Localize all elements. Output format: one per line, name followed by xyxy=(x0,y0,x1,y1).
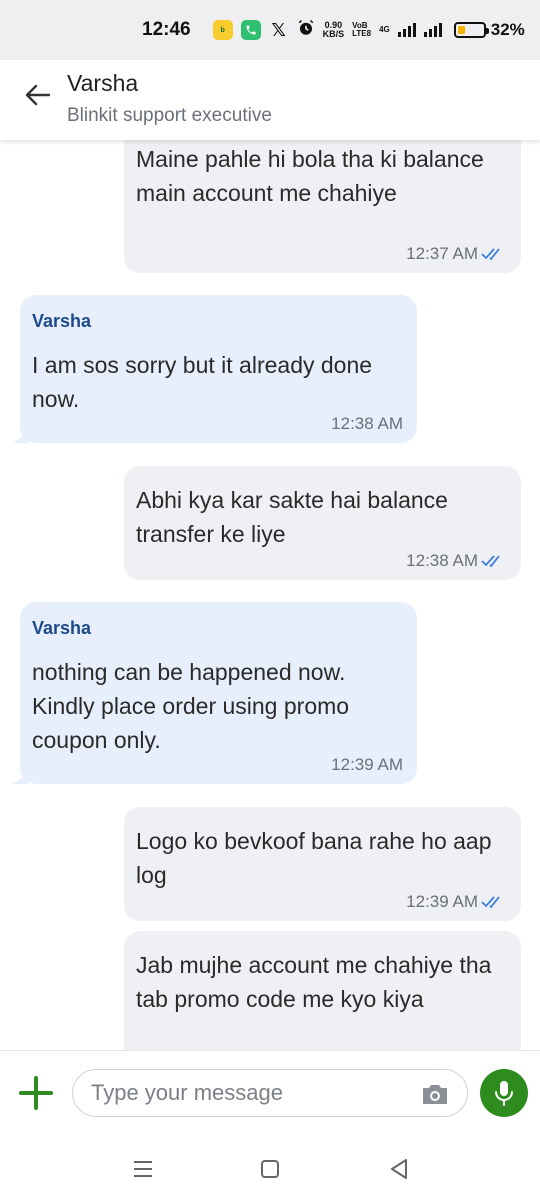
alarm-icon xyxy=(297,19,315,42)
message-bubble-outgoing[interactable]: Logo ko bevkoof bana rahe ho aap log 12:… xyxy=(124,807,521,921)
bubble-tail xyxy=(12,770,28,784)
status-time: 12:46 xyxy=(142,19,191,40)
x-app-icon: 𝕏 xyxy=(271,19,286,40)
chat-header: Varsha Blinkit support executive xyxy=(0,60,540,140)
message-input[interactable] xyxy=(72,1069,468,1117)
message-text: I am sos sorry but it already done now. xyxy=(32,352,373,412)
signal-icon xyxy=(423,23,442,37)
phone-app-icon xyxy=(240,20,261,40)
system-nav-bar xyxy=(0,1138,540,1200)
volte-bottom: LTE8 xyxy=(352,29,372,38)
message-text: Abhi kya kar sakte hai balance transfer … xyxy=(136,487,448,547)
microphone-button[interactable] xyxy=(480,1069,528,1117)
read-receipt-icon xyxy=(481,248,500,261)
message-text: Maine pahle hi bola tha ki balance main … xyxy=(136,146,484,206)
net-speed: 0.90 KB/S xyxy=(323,21,345,39)
status-icons: b 𝕏 0.90 KB/S VoB LTE8 4G 32% xyxy=(212,19,525,42)
message-timestamp: 12:37 AM xyxy=(406,244,507,264)
signal-icon xyxy=(397,23,416,37)
battery-indicator: 32% xyxy=(453,20,525,40)
message-bubble-incoming[interactable]: Varsha nothing can be happened now. Kind… xyxy=(12,602,417,784)
net-speed-unit: KB/S xyxy=(322,29,345,39)
home-icon[interactable] xyxy=(257,1156,283,1182)
message-bubble-outgoing[interactable]: Maine pahle hi bola tha ki balance main … xyxy=(124,140,521,273)
message-text: nothing can be happened now. Kindly plac… xyxy=(32,659,350,753)
message-time: 12:39 AM xyxy=(406,892,478,911)
message-time: 12:38 AM xyxy=(331,414,403,433)
message-sender: Varsha xyxy=(32,311,92,331)
message-time: 12:38 AM xyxy=(406,551,478,570)
message-bubble-outgoing[interactable]: Abhi kya kar sakte hai balance transfer … xyxy=(124,466,521,580)
message-composer xyxy=(0,1050,540,1138)
read-receipt-icon xyxy=(481,896,500,909)
message-sender: Varsha xyxy=(32,618,92,638)
message-timestamp: 12:39 AM xyxy=(331,755,403,775)
battery-icon xyxy=(453,22,489,38)
battery-percent: 32% xyxy=(490,20,525,39)
battery-fill xyxy=(457,26,466,34)
chat-messages[interactable]: Maine pahle hi bola tha ki balance main … xyxy=(0,140,540,1050)
status-bar: 12:46 b 𝕏 0.90 KB/S VoB LTE8 4G 32% xyxy=(0,0,540,60)
volte-indicator: VoB LTE8 xyxy=(352,22,371,38)
contact-name: Varsha xyxy=(67,70,139,96)
camera-icon[interactable] xyxy=(420,1081,450,1107)
message-timestamp: 12:39 AM xyxy=(406,892,507,912)
message-bubble-incoming[interactable]: Varsha I am sos sorry but it already don… xyxy=(12,295,417,443)
message-bubble-outgoing[interactable]: Jab mujhe account me chahiye tha tab pro… xyxy=(124,931,521,1050)
contact-subtitle: Blinkit support executive xyxy=(67,105,272,126)
back-arrow-icon[interactable] xyxy=(22,80,52,110)
microphone-icon xyxy=(495,1081,513,1106)
back-triangle-icon[interactable] xyxy=(386,1156,412,1182)
message-timestamp: 12:38 AM xyxy=(406,551,507,571)
message-text: Jab mujhe account me chahiye tha tab pro… xyxy=(136,952,492,1012)
network-type: 4G xyxy=(379,25,390,34)
blinkit-app-icon: b xyxy=(212,20,233,40)
message-time: 12:39 AM xyxy=(331,755,403,774)
message-text: Logo ko bevkoof bana rahe ho aap log xyxy=(136,828,492,888)
recent-apps-icon[interactable] xyxy=(130,1156,156,1182)
bubble-tail xyxy=(12,429,28,443)
read-receipt-icon xyxy=(481,555,500,568)
attach-plus-icon[interactable] xyxy=(16,1073,56,1113)
message-time: 12:37 AM xyxy=(406,244,478,263)
message-timestamp: 12:38 AM xyxy=(331,414,403,434)
